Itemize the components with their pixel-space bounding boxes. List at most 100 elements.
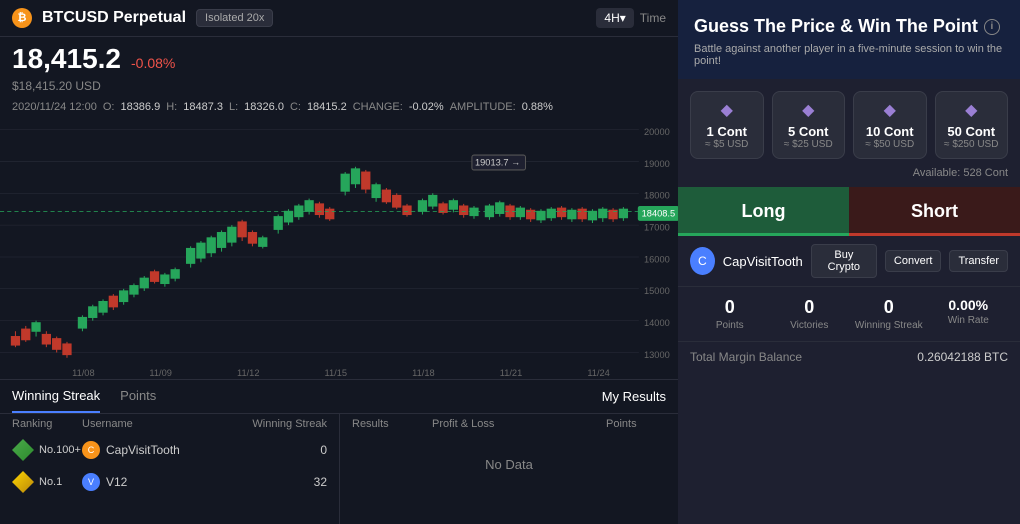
stat-wr-label: Win Rate <box>929 315 1009 326</box>
table-row: No.100+ C CapVisitTooth 0 <box>0 434 339 466</box>
margin-row: Total Margin Balance 0.26042188 BTC <box>678 342 1020 372</box>
left-panel: ₿ BTCUSD Perpetual Isolated 20x 4H▾ Time… <box>0 0 678 524</box>
margin-label: Total Margin Balance <box>690 350 802 364</box>
username-display: CapVisitTooth <box>723 254 803 269</box>
diamond-icon-3: ◆ <box>860 100 920 120</box>
username-2: V12 <box>106 475 127 489</box>
bet-card-1[interactable]: ◆ 1 Cont ≈ $5 USD <box>690 91 764 159</box>
bet-amount-4: 50 Cont <box>942 124 1002 139</box>
svg-text:11/09: 11/09 <box>149 367 172 378</box>
info-icon[interactable]: i <box>984 19 1000 35</box>
svg-text:15000: 15000 <box>644 285 670 296</box>
svg-text:16000: 16000 <box>644 253 670 264</box>
transfer-button[interactable]: Transfer <box>949 250 1008 272</box>
ohlc-open-label: O: <box>103 101 115 113</box>
chart-header: ₿ BTCUSD Perpetual Isolated 20x 4H▾ Time <box>0 0 678 37</box>
ohlc-high-val: 18487.3 <box>183 101 223 113</box>
rank-diamond-green <box>12 439 34 461</box>
col-points-2: Points <box>606 418 666 430</box>
buy-crypto-button[interactable]: Buy Crypto <box>811 244 877 278</box>
ohlc-change-val: -0.02% <box>409 101 444 113</box>
svg-text:13000: 13000 <box>644 349 670 360</box>
timeframe-button[interactable]: 4H▾ <box>596 8 633 28</box>
tab-winning-streak[interactable]: Winning Streak <box>12 380 100 413</box>
col-winning-streak: Winning Streak <box>227 418 327 430</box>
stat-points: 0 Points <box>690 297 770 331</box>
stat-winning-streak: 0 Winning Streak <box>849 297 929 331</box>
ohlc-low-label: L: <box>229 101 238 113</box>
ohlc-change-label: CHANGE: <box>353 101 403 113</box>
time-label: Time <box>640 11 666 25</box>
price-change: -0.08% <box>131 55 175 71</box>
bet-amount-2: 5 Cont <box>779 124 839 139</box>
streak-1: 0 <box>227 443 327 457</box>
short-tab[interactable]: Short <box>849 187 1020 236</box>
tab-points[interactable]: Points <box>120 380 156 413</box>
rp-title: Guess The Price & Win The Point i <box>694 16 1004 37</box>
rank-label-2: No.1 <box>39 476 62 488</box>
convert-button[interactable]: Convert <box>885 250 942 272</box>
stat-ws-label: Winning Streak <box>849 320 929 331</box>
rank-diamond-gold <box>12 471 34 493</box>
stat-points-value: 0 <box>690 297 770 318</box>
bet-card-3[interactable]: ◆ 10 Cont ≈ $50 USD <box>853 91 927 159</box>
svg-text:11/21: 11/21 <box>500 367 523 378</box>
svg-text:14000: 14000 <box>644 317 670 328</box>
col-profit-loss: Profit & Loss <box>432 418 506 430</box>
candlestick-chart: 18408.5 19013.7 → ← 13288.5 20000 19000 … <box>0 119 678 379</box>
ohlc-close-val: 18415.2 <box>307 101 347 113</box>
user-row: C CapVisitTooth Buy Crypto Convert Trans… <box>678 236 1020 287</box>
long-short-tabs: Long Short <box>678 187 1020 236</box>
bet-usd-1: ≈ $5 USD <box>697 139 757 150</box>
stat-win-rate: 0.00% Win Rate <box>929 297 1009 331</box>
stat-victories-label: Victories <box>770 320 850 331</box>
col-points <box>506 418 606 430</box>
col-ranking: Ranking <box>12 418 82 430</box>
header-right: 4H▾ Time <box>596 8 666 28</box>
rp-title-text: Guess The Price & Win The Point <box>694 16 978 37</box>
btc-icon: ₿ <box>12 8 32 28</box>
bet-usd-3: ≈ $50 USD <box>860 139 920 150</box>
ohlc-amp-label: AMPLITUDE: <box>450 101 516 113</box>
stat-ws-value: 0 <box>849 297 929 318</box>
no-data: No Data <box>340 434 678 494</box>
isolated-badge: Isolated 20x <box>196 9 273 27</box>
bet-card-4[interactable]: ◆ 50 Cont ≈ $250 USD <box>935 91 1009 159</box>
my-results-table: Results Profit & Loss Points No Data <box>340 414 678 524</box>
username-1: CapVisitTooth <box>106 443 180 457</box>
avatar-2: V <box>82 473 100 491</box>
ohlc-high-label: H: <box>166 101 177 113</box>
tab-my-results: My Results <box>602 380 666 413</box>
stat-wr-value: 0.00% <box>929 297 1009 313</box>
right-panel: Guess The Price & Win The Point i Battle… <box>678 0 1020 524</box>
tab-header: Winning Streak Points My Results <box>0 380 678 414</box>
svg-text:18000: 18000 <box>644 189 670 200</box>
tab-content: Ranking Username Winning Streak No.100+ … <box>0 414 678 524</box>
rank-badge-2: No.1 <box>12 471 82 493</box>
diamond-icon-2: ◆ <box>779 100 839 120</box>
bet-amount-3: 10 Cont <box>860 124 920 139</box>
bet-card-2[interactable]: ◆ 5 Cont ≈ $25 USD <box>772 91 846 159</box>
stat-victories: 0 Victories <box>770 297 850 331</box>
pair-name: BTCUSD Perpetual <box>42 9 186 27</box>
stat-points-label: Points <box>690 320 770 331</box>
table-row: No.1 V V12 32 <box>0 466 339 498</box>
svg-text:17000: 17000 <box>644 221 670 232</box>
stats-row: 0 Points 0 Victories 0 Winning Streak 0.… <box>678 287 1020 342</box>
diamond-icon-4: ◆ <box>942 100 1002 120</box>
user-cell-2: V V12 <box>82 473 227 491</box>
col-results: Results <box>352 418 432 430</box>
long-tab[interactable]: Long <box>678 187 849 236</box>
winning-streak-table: Ranking Username Winning Streak No.100+ … <box>0 414 340 524</box>
table-header-right: Results Profit & Loss Points <box>340 414 678 434</box>
svg-text:11/24: 11/24 <box>587 367 610 378</box>
rank-label-1: No.100+ <box>39 444 81 456</box>
ohlc-date: 2020/11/24 12:00 <box>12 101 97 113</box>
user-avatar: C <box>690 247 715 275</box>
bet-options: ◆ 1 Cont ≈ $5 USD ◆ 5 Cont ≈ $25 USD ◆ 1… <box>678 79 1020 167</box>
rp-header: Guess The Price & Win The Point i Battle… <box>678 0 1020 79</box>
svg-text:19013.7 →: 19013.7 → <box>475 157 520 168</box>
diamond-icon-1: ◆ <box>697 100 757 120</box>
ohlc-open-val: 18386.9 <box>120 101 160 113</box>
svg-text:11/15: 11/15 <box>325 367 348 378</box>
